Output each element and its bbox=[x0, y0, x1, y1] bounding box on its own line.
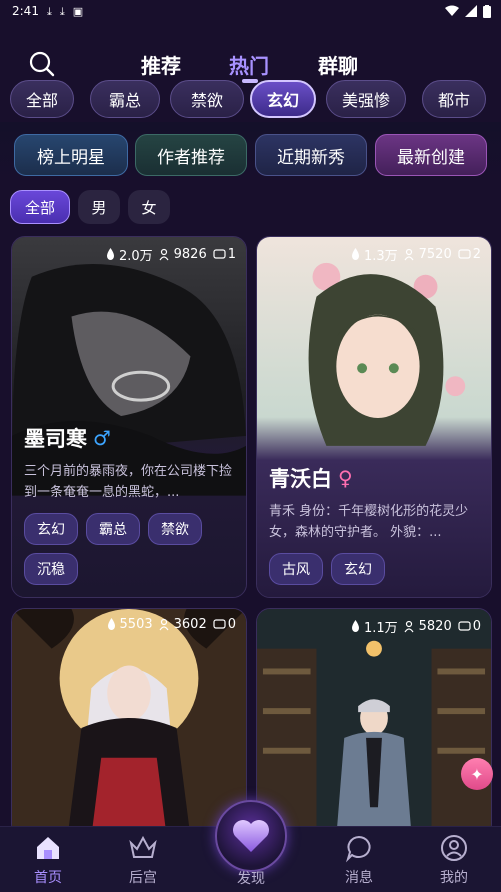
male-icon: ♂ bbox=[93, 426, 111, 450]
top-nav: 推荐 热门 群聊 bbox=[0, 40, 501, 84]
card-stats: 1.1万 5820 0 bbox=[349, 617, 481, 636]
like-count: 5503 bbox=[119, 617, 153, 632]
character-name: 青沃白 bbox=[269, 467, 332, 491]
nav-discover-label: 发现 bbox=[237, 871, 265, 887]
sparkle-icon: ✦ bbox=[470, 764, 484, 784]
female-icon: ♀ bbox=[338, 466, 353, 490]
nav-mine[interactable]: 我的 bbox=[414, 833, 494, 887]
discover-button[interactable] bbox=[215, 800, 287, 872]
character-card[interactable]: 2.0万 9826 1 墨司寒 ♂ 三个月前的暴雨夜，你在公司楼下捡到一条奄奄一… bbox=[11, 236, 247, 598]
gender-male[interactable]: 男 bbox=[78, 190, 120, 224]
category-all[interactable]: 全部 bbox=[10, 80, 74, 118]
nav-messages-label: 消息 bbox=[345, 870, 373, 886]
flame-icon bbox=[351, 620, 359, 632]
flame-icon bbox=[107, 618, 115, 630]
status-time: 2:41 bbox=[12, 4, 39, 18]
card-body: 青沃白 ♀ 青禾 身份：千年樱树化形的花灵少女，森林的守护者。 外貌：... 古… bbox=[257, 463, 491, 597]
gender-all[interactable]: 全部 bbox=[10, 190, 70, 224]
wifi-icon bbox=[445, 5, 459, 16]
tab-recommend[interactable]: 推荐 bbox=[141, 50, 181, 79]
nav-home-label: 首页 bbox=[34, 870, 62, 886]
character-description: 三个月前的暴雨夜，你在公司楼下捡到一条奄奄一息的黑蛇，... bbox=[24, 464, 233, 500]
create-fab-button[interactable]: ✦ bbox=[461, 758, 493, 790]
home-icon bbox=[37, 837, 59, 859]
card-name-row: 墨司寒 ♂ bbox=[24, 423, 234, 453]
flame-icon bbox=[106, 248, 114, 260]
nav-harem-label: 后宫 bbox=[129, 870, 157, 886]
users-icon bbox=[159, 618, 169, 631]
nav-harem[interactable]: 后宫 bbox=[103, 833, 183, 887]
gender-female[interactable]: 女 bbox=[128, 190, 170, 224]
chat-bubble-icon bbox=[345, 835, 371, 863]
tag[interactable]: 古风 bbox=[269, 553, 323, 585]
rank-latest-button[interactable]: 最新创建 bbox=[375, 134, 487, 176]
flame-icon bbox=[351, 248, 359, 260]
category-urban[interactable]: 都市 bbox=[422, 80, 486, 118]
search-button[interactable] bbox=[28, 50, 56, 78]
card-stats: 1.3万 7520 2 bbox=[349, 245, 481, 264]
comment-count: 2 bbox=[472, 247, 481, 262]
tag-list: 玄幻 霸总 禁欲 沉稳 bbox=[24, 513, 234, 585]
tab-group-chat[interactable]: 群聊 bbox=[318, 50, 358, 79]
nav-home[interactable]: 首页 bbox=[8, 833, 88, 887]
users-icon bbox=[404, 248, 414, 261]
nav-messages[interactable]: 消息 bbox=[319, 833, 399, 887]
user-count: 5820 bbox=[418, 619, 452, 634]
category-ascetic[interactable]: 禁欲 bbox=[170, 80, 244, 118]
card-name-row: 青沃白 ♀ bbox=[269, 463, 479, 493]
character-image bbox=[12, 609, 246, 837]
category-row: 全部 霸总 禁欲 玄幻 美强惨 都市 bbox=[10, 80, 501, 120]
user-count: 3602 bbox=[173, 617, 207, 632]
user-count: 9826 bbox=[173, 247, 207, 262]
tag[interactable]: 玄幻 bbox=[24, 513, 78, 545]
ranking-row: 榜上明星 作者推荐 近期新秀 最新创建 bbox=[14, 134, 494, 176]
category-domineering[interactable]: 霸总 bbox=[90, 80, 160, 118]
tag[interactable]: 玄幻 bbox=[331, 553, 385, 585]
character-card[interactable]: 1.1万 5820 0 bbox=[256, 608, 492, 838]
character-card[interactable]: 1.3万 7520 2 青沃白 ♀ 青禾 身份：千年樱树化形的花灵少女，森林的守… bbox=[256, 236, 492, 598]
tag[interactable]: 霸总 bbox=[86, 513, 140, 545]
comment-count: 1 bbox=[227, 247, 236, 262]
character-card[interactable]: 5503 3602 0 bbox=[11, 608, 247, 838]
signal-icon bbox=[465, 5, 477, 17]
card-stats: 2.0万 9826 1 bbox=[104, 245, 236, 264]
users-icon bbox=[404, 620, 414, 633]
rank-new-button[interactable]: 近期新秀 bbox=[255, 134, 367, 176]
comment-count: 0 bbox=[227, 617, 236, 632]
download-icon: ⤓ bbox=[46, 4, 52, 18]
comment-icon bbox=[458, 621, 471, 631]
notification-icon: ▣ bbox=[72, 4, 84, 18]
users-icon bbox=[159, 248, 169, 261]
category-fantasy[interactable]: 玄幻 bbox=[250, 80, 316, 118]
profile-icon bbox=[441, 835, 467, 861]
like-count: 1.3万 bbox=[363, 249, 398, 264]
card-stats: 5503 3602 0 bbox=[105, 617, 236, 632]
like-count: 1.1万 bbox=[363, 621, 398, 636]
tag-list: 古风 玄幻 bbox=[269, 553, 479, 585]
character-image bbox=[257, 609, 491, 837]
comment-icon bbox=[458, 249, 471, 259]
comment-icon bbox=[213, 249, 226, 259]
download-icon: ⤓ bbox=[59, 4, 65, 18]
heart-icon bbox=[233, 820, 269, 852]
comment-count: 0 bbox=[472, 619, 481, 634]
search-icon bbox=[29, 51, 55, 77]
character-name: 墨司寒 bbox=[24, 427, 87, 451]
rank-author-picks-button[interactable]: 作者推荐 bbox=[135, 134, 247, 176]
card-body: 墨司寒 ♂ 三个月前的暴雨夜，你在公司楼下捡到一条奄奄一息的黑蛇，... 玄幻 … bbox=[12, 423, 246, 597]
tab-hot[interactable]: 热门 bbox=[229, 50, 269, 79]
tag[interactable]: 禁欲 bbox=[148, 513, 202, 545]
tag[interactable]: 沉稳 bbox=[24, 553, 78, 585]
comment-icon bbox=[213, 619, 226, 629]
battery-icon bbox=[483, 4, 491, 18]
like-count: 2.0万 bbox=[118, 249, 153, 264]
user-count: 7520 bbox=[418, 247, 452, 262]
nav-mine-label: 我的 bbox=[440, 870, 468, 886]
rank-stars-button[interactable]: 榜上明星 bbox=[14, 134, 128, 176]
crown-icon bbox=[129, 835, 157, 858]
status-bar: 2:41 ⤓ ⤓ ▣ bbox=[0, 0, 501, 22]
character-description: 青禾 身份：千年樱树化形的花灵少女，森林的守护者。 外貌：... bbox=[269, 504, 469, 540]
category-tragic[interactable]: 美强惨 bbox=[326, 80, 406, 118]
